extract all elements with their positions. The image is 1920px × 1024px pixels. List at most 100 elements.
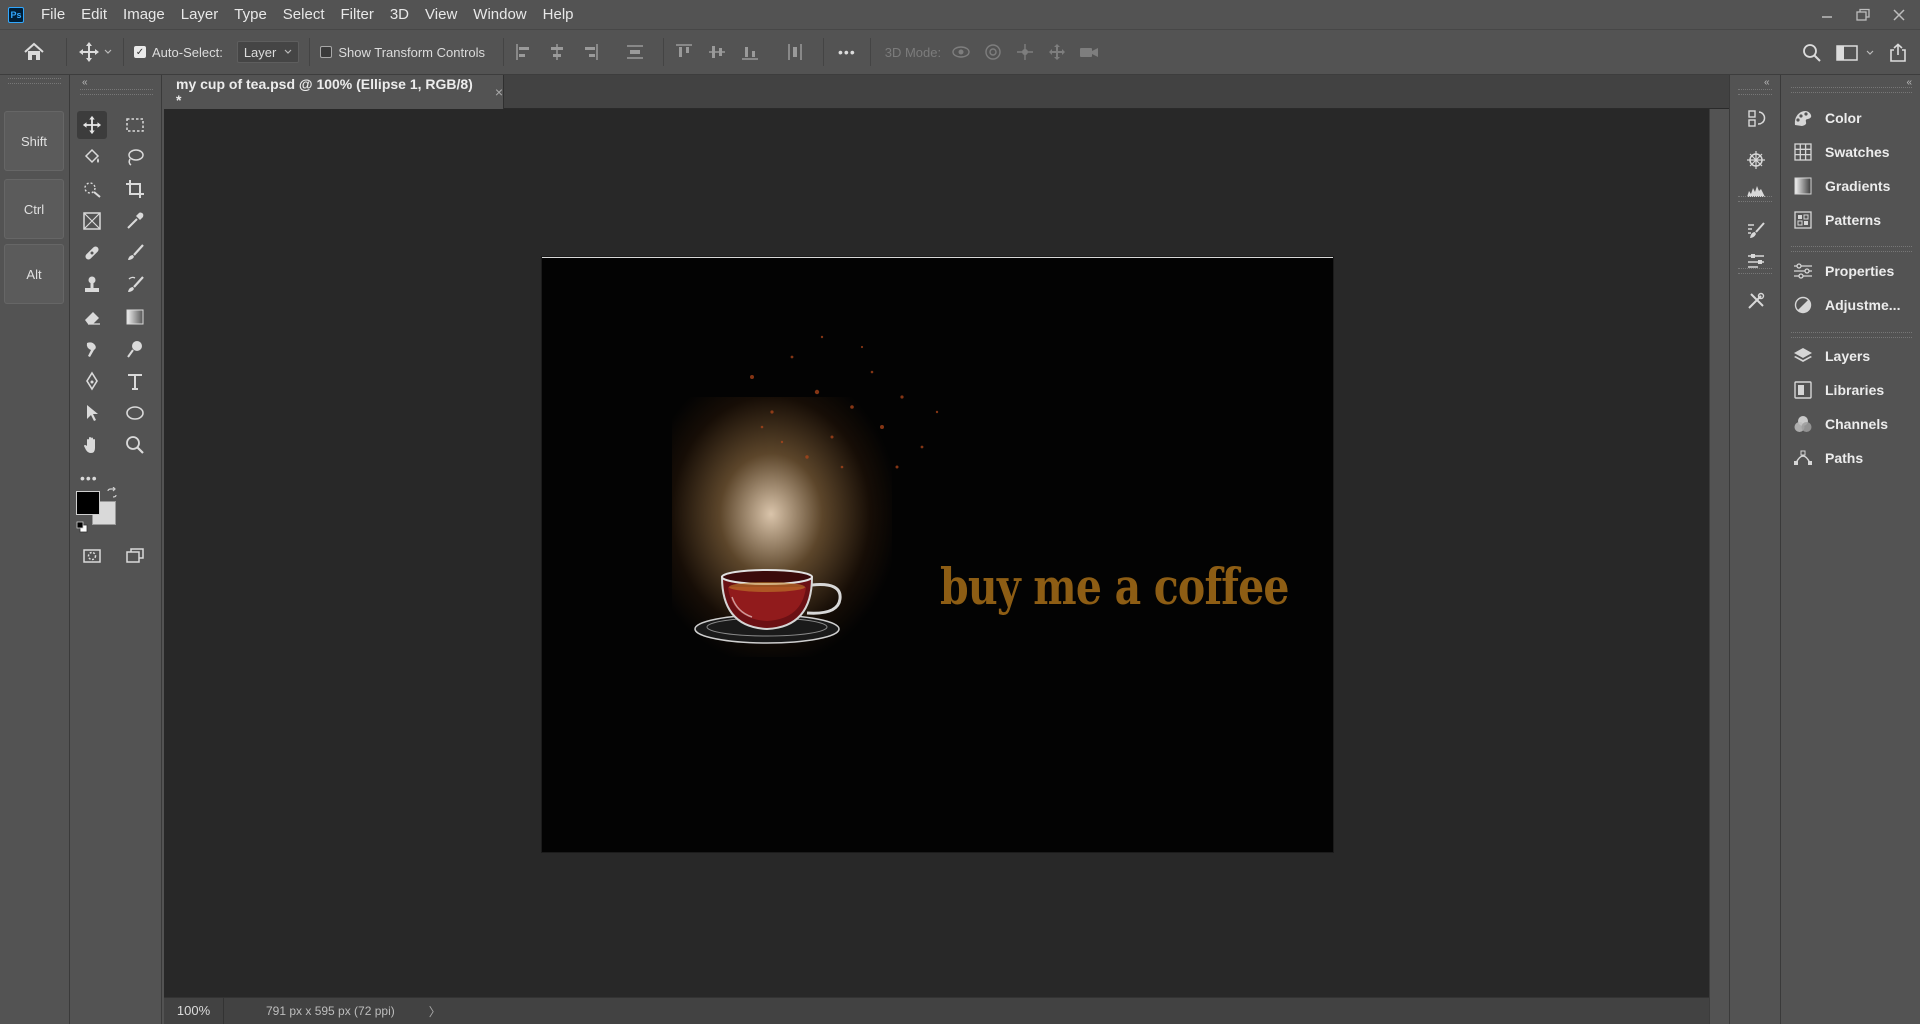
panel-tab-properties[interactable]: Properties — [1783, 256, 1920, 286]
align-right-icon[interactable] — [580, 42, 600, 62]
menu-view[interactable]: View — [417, 0, 465, 29]
marquee-tool-icon[interactable] — [120, 111, 150, 139]
clone-stamp-tool-icon[interactable] — [77, 271, 107, 299]
workspace-icon[interactable] — [1836, 44, 1874, 62]
menu-filter[interactable]: Filter — [333, 0, 382, 29]
move-tool-icon[interactable] — [77, 111, 107, 139]
swap-colors-icon[interactable] — [106, 486, 118, 502]
menu-edit[interactable]: Edit — [73, 0, 115, 29]
lasso-tool-icon[interactable] — [120, 143, 150, 171]
shift-key-button[interactable]: Shift — [4, 111, 64, 171]
panel-grip[interactable] — [1791, 332, 1912, 338]
history-brush-tool-icon[interactable] — [120, 271, 150, 299]
show-transform-checkbox[interactable] — [320, 46, 333, 58]
3d-camera-icon[interactable] — [1079, 42, 1099, 62]
panel-grip[interactable] — [1791, 87, 1912, 93]
hand-tool-icon[interactable] — [77, 431, 107, 459]
menu-image[interactable]: Image — [115, 0, 173, 29]
default-colors-icon[interactable] — [76, 521, 88, 536]
crop-tool-icon[interactable] — [120, 175, 150, 203]
eyedropper-tool-icon[interactable] — [120, 207, 150, 235]
home-icon[interactable] — [12, 42, 56, 62]
panel-tab-paths[interactable]: Paths — [1783, 443, 1920, 473]
collapse-dock-icon[interactable]: « — [1764, 77, 1770, 88]
pen-tool-icon[interactable] — [77, 367, 107, 395]
paint-bucket-tool-icon[interactable] — [77, 143, 107, 171]
menu-3d[interactable]: 3D — [382, 0, 417, 29]
panel-tab-patterns[interactable]: Patterns — [1783, 205, 1920, 235]
panel-grip[interactable] — [1791, 246, 1912, 252]
canvas-area[interactable]: buy me a coffee — [164, 109, 1709, 997]
share-icon[interactable] — [1888, 42, 1908, 63]
move-tool-preset-icon[interactable] — [77, 41, 113, 63]
eraser-tool-icon[interactable] — [77, 303, 107, 331]
menu-window[interactable]: Window — [465, 0, 534, 29]
align-middle-icon[interactable] — [707, 42, 727, 62]
type-tool-icon[interactable] — [120, 367, 150, 395]
panel-tab-libraries[interactable]: Libraries — [1783, 375, 1920, 405]
tools-panel-icon[interactable] — [1743, 288, 1769, 314]
foreground-color-swatch[interactable] — [76, 491, 100, 515]
brush-tool-icon[interactable] — [120, 239, 150, 267]
dock-grip[interactable] — [1738, 268, 1772, 274]
panel-grip[interactable] — [8, 78, 61, 84]
align-bottom-icon[interactable] — [740, 42, 760, 62]
panel-tab-adjustments[interactable]: Adjustme... — [1783, 290, 1920, 320]
panel-tab-color[interactable]: Color — [1783, 103, 1920, 133]
minimize-icon[interactable] — [1818, 6, 1836, 24]
close-icon[interactable] — [1890, 6, 1908, 24]
3d-roll-icon[interactable] — [983, 42, 1003, 62]
vertical-scrollbar[interactable] — [1709, 109, 1729, 1024]
auto-select-checkbox[interactable]: ✓ — [134, 46, 146, 58]
zoom-tool-icon[interactable] — [120, 431, 150, 459]
quick-selection-tool-icon[interactable] — [77, 175, 107, 203]
frame-tool-icon[interactable] — [77, 207, 107, 235]
search-icon[interactable] — [1802, 43, 1822, 63]
screen-mode-icon[interactable] — [120, 542, 150, 570]
zoom-level-field[interactable]: 100% — [164, 998, 224, 1024]
document-tab[interactable]: my cup of tea.psd @ 100% (Ellipse 1, RGB… — [164, 75, 504, 109]
dock-grip[interactable] — [1738, 196, 1772, 202]
expand-panels-icon[interactable]: « — [1906, 77, 1912, 88]
history-panel-icon[interactable] — [1743, 105, 1769, 131]
edit-toolbar-button[interactable]: ••• — [80, 470, 98, 486]
panel-tab-gradients[interactable]: Gradients — [1783, 171, 1920, 201]
restore-icon[interactable] — [1854, 6, 1872, 24]
ctrl-key-button[interactable]: Ctrl — [4, 179, 64, 239]
panel-tab-layers[interactable]: Layers — [1783, 341, 1920, 371]
menu-file[interactable]: File — [33, 0, 73, 29]
smudge-tool-icon[interactable] — [77, 335, 107, 363]
dock-grip[interactable] — [1738, 89, 1772, 95]
quick-mask-icon[interactable] — [77, 542, 107, 570]
gradient-tool-icon[interactable] — [120, 303, 150, 331]
distribute-vertical-icon[interactable] — [625, 42, 645, 62]
menu-select[interactable]: Select — [275, 0, 333, 29]
3d-pan-icon[interactable] — [1015, 42, 1035, 62]
align-top-icon[interactable] — [674, 42, 694, 62]
dodge-tool-icon[interactable] — [120, 335, 150, 363]
more-options-button[interactable]: ••• — [834, 44, 860, 60]
healing-brush-tool-icon[interactable] — [77, 239, 107, 267]
status-menu-arrow[interactable]: 〉 — [429, 1003, 441, 1020]
menu-help[interactable]: Help — [535, 0, 582, 29]
ellipse-tool-icon[interactable] — [120, 399, 150, 427]
collapse-toolbox-icon[interactable]: « — [82, 77, 88, 88]
auto-select-dropdown[interactable]: Layer — [236, 41, 300, 63]
menu-layer[interactable]: Layer — [173, 0, 227, 29]
document-canvas[interactable]: buy me a coffee — [542, 257, 1333, 852]
toolbox-grip[interactable] — [80, 89, 153, 95]
panel-tab-channels[interactable]: Channels — [1783, 409, 1920, 439]
distribute-horizontal-icon[interactable] — [785, 42, 805, 62]
3d-orbit-icon[interactable] — [951, 42, 971, 62]
navigator-panel-icon[interactable] — [1743, 147, 1769, 173]
alt-key-button[interactable]: Alt — [4, 244, 64, 304]
align-center-h-icon[interactable] — [547, 42, 567, 62]
3d-slide-icon[interactable] — [1047, 42, 1067, 62]
menu-type[interactable]: Type — [226, 0, 275, 29]
path-selection-tool-icon[interactable] — [77, 399, 107, 427]
panel-tab-swatches[interactable]: Swatches — [1783, 137, 1920, 167]
align-left-icon[interactable] — [514, 42, 534, 62]
close-tab-icon[interactable]: × — [495, 84, 503, 100]
brush-settings-panel-icon[interactable] — [1743, 218, 1769, 244]
artwork-text-layer[interactable]: buy me a coffee — [940, 557, 1289, 616]
